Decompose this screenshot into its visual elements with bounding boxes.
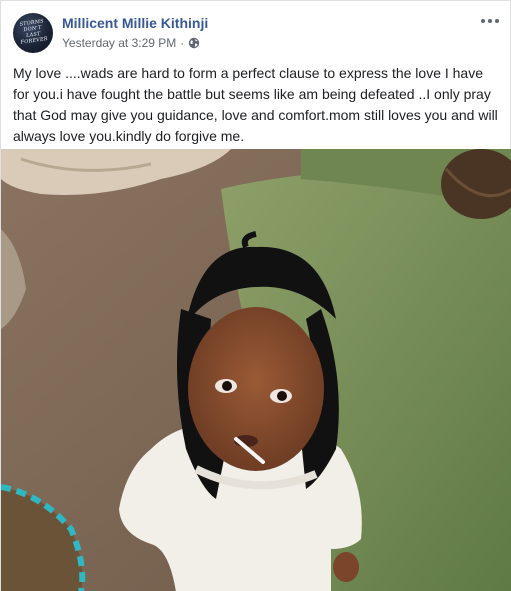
post-card: STORMS DON'T LAST FOREVER Millicent Mill… [0,0,511,591]
meta-separator: · [180,36,185,50]
post-meta: Yesterday at 3:29 PM · [62,36,200,50]
avatar-text: STORMS DON'T LAST FOREVER [19,18,49,46]
post-photo[interactable] [1,149,511,591]
more-dot [488,19,492,23]
author-name[interactable]: Millicent Millie Kithinji [62,15,208,31]
post-message: My love ....wads are hard to form a perf… [13,65,498,144]
globe-icon[interactable] [188,37,200,49]
post-timestamp[interactable]: Yesterday at 3:29 PM [62,36,176,50]
more-dot [495,19,499,23]
avatar[interactable]: STORMS DON'T LAST FOREVER [13,13,53,53]
more-dot [481,19,485,23]
post-header: STORMS DON'T LAST FOREVER Millicent Mill… [13,13,500,55]
more-options-icon[interactable] [480,13,500,29]
